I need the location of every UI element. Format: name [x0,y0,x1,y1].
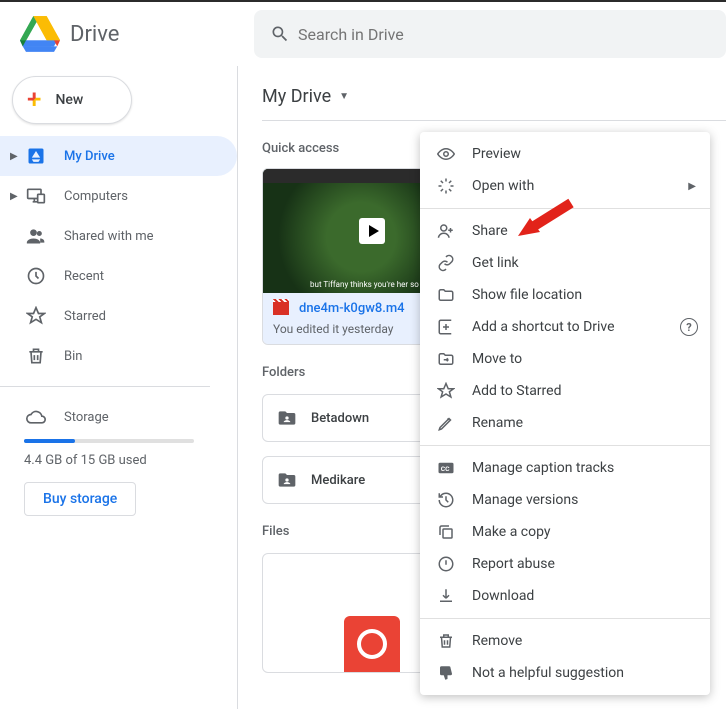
menu-label: Open with [472,178,534,194]
star-icon [24,306,48,326]
trash-icon [436,632,456,650]
menu-open-with[interactable]: Open with ▶ [420,170,710,202]
qa-file-name: dne4m-k0gw8.m4 [299,301,405,316]
folder-shared-icon [277,470,297,490]
shared-icon [24,226,48,246]
menu-download[interactable]: Download [420,580,710,612]
menu-label: Remove [472,633,522,649]
copy-icon [436,523,456,541]
menu-label: Download [472,588,534,604]
folder-shared-icon [277,408,297,428]
menu-remove[interactable]: Remove [420,625,710,657]
context-menu: Preview Open with ▶ Share Get link Show … [420,132,710,695]
svg-text:CC: CC [441,465,450,473]
person-add-icon [436,222,456,240]
chevron-right-icon: ▶ [688,181,696,192]
sidebar-item-label: My Drive [64,149,115,164]
history-icon [436,491,456,509]
folder-icon [436,286,456,304]
menu-label: Make a copy [472,524,551,540]
breadcrumb-label: My Drive [262,86,331,107]
menu-move-to[interactable]: Move to [420,343,710,375]
menu-captions[interactable]: CC Manage caption tracks [420,452,710,484]
cloud-icon [24,407,48,427]
shortcut-icon [436,318,456,336]
search-input[interactable] [298,25,718,44]
search-icon [262,16,298,52]
drive-logo[interactable]: Drive [0,14,254,54]
sidebar-item-bin[interactable]: Bin [0,336,237,376]
help-icon[interactable]: ? [680,318,698,336]
chevron-down-icon: ▼ [339,91,349,102]
pencil-icon [436,414,456,432]
menu-get-link[interactable]: Get link [420,247,710,279]
drive-logo-icon [20,14,60,54]
sidebar-item-recent[interactable]: Recent [0,256,237,296]
link-icon [436,254,456,272]
bin-icon [24,346,48,366]
alert-icon [436,555,456,573]
download-icon [436,587,456,605]
menu-label: Move to [472,351,522,367]
menu-label: Manage caption tracks [472,460,614,476]
caret-icon: ▶ [10,191,24,202]
open-with-icon [436,177,456,195]
sidebar-item-shared[interactable]: Shared with me [0,216,237,256]
menu-report[interactable]: Report abuse [420,548,710,580]
plus-icon: + [27,85,41,115]
sidebar-item-label: Bin [64,349,82,364]
product-name: Drive [70,22,119,47]
menu-label: Report abuse [472,556,555,572]
menu-not-helpful[interactable]: Not a helpful suggestion [420,657,710,689]
breadcrumb[interactable]: My Drive ▼ [262,76,726,116]
star-icon [436,382,456,400]
menu-label: Manage versions [472,492,578,508]
storage-label: Storage [64,410,109,425]
storage-bar [24,439,194,443]
file-type-icon [344,616,400,672]
move-icon [436,350,456,368]
computers-icon [24,186,48,206]
video-file-icon [273,302,289,315]
play-icon [359,218,385,244]
menu-label: Share [472,223,508,239]
eye-icon [436,145,456,163]
folder-name: Medikare [311,473,365,488]
new-button-label: New [55,92,83,108]
menu-add-shortcut[interactable]: Add a shortcut to Drive ? [420,311,710,343]
menu-label: Rename [472,415,523,431]
menu-label: Show file location [472,287,582,303]
sidebar-item-label: Shared with me [64,229,154,244]
menu-show-location[interactable]: Show file location [420,279,710,311]
sidebar-item-label: Computers [64,189,128,204]
menu-copy[interactable]: Make a copy [420,516,710,548]
sidebar-item-storage[interactable]: Storage [24,397,237,437]
cc-icon: CC [436,459,456,477]
menu-label: Add to Starred [472,383,561,399]
recent-icon [24,266,48,286]
my-drive-icon [24,146,48,166]
thumb-down-icon [436,664,456,682]
sidebar-item-label: Recent [64,269,104,284]
menu-preview[interactable]: Preview [420,138,710,170]
search-bar[interactable] [254,10,726,58]
menu-label: Preview [472,146,521,162]
sidebar: + New ▶ My Drive ▶ Computers Shared with… [0,66,238,709]
sidebar-item-starred[interactable]: Starred [0,296,237,336]
menu-label: Get link [472,255,519,271]
sidebar-item-my-drive[interactable]: ▶ My Drive [0,136,237,176]
menu-label: Add a shortcut to Drive [472,319,615,335]
menu-share[interactable]: Share [420,215,710,247]
menu-versions[interactable]: Manage versions [420,484,710,516]
menu-rename[interactable]: Rename [420,407,710,439]
storage-used-text: 4.4 GB of 15 GB used [24,453,237,468]
sidebar-item-label: Starred [64,309,106,324]
menu-label: Not a helpful suggestion [472,665,624,681]
caret-icon: ▶ [10,151,24,162]
menu-add-starred[interactable]: Add to Starred [420,375,710,407]
sidebar-item-computers[interactable]: ▶ Computers [0,176,237,216]
buy-storage-button[interactable]: Buy storage [24,482,136,516]
new-button[interactable]: + New [12,76,132,124]
folder-name: Betadown [311,411,369,426]
